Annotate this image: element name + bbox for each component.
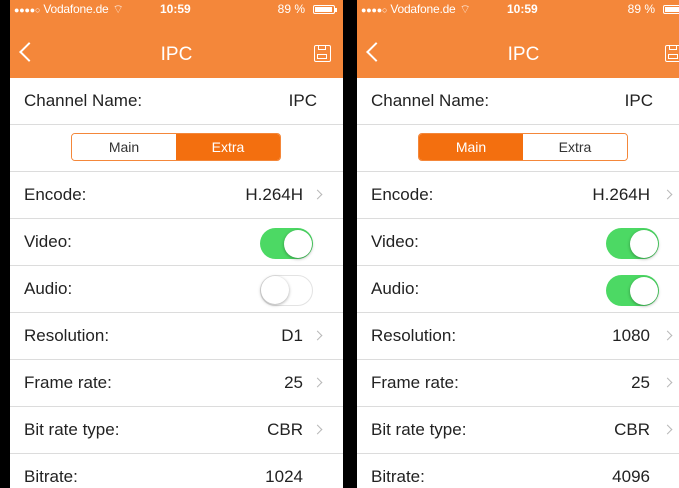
frame-rate-value: 25 (631, 373, 650, 392)
wifi-icon: ⌔ (459, 2, 471, 16)
chevron-right-icon (312, 330, 323, 341)
channel-name-row: Channel Name: IPC (10, 78, 343, 125)
page-title: IPC (507, 44, 540, 65)
signal-dots-icon: ●●●●○ (361, 4, 388, 15)
encode-value: H.264H (245, 185, 303, 204)
frame-rate-row[interactable]: Frame rate: 25 (10, 360, 343, 407)
channel-name-value: IPC (624, 91, 653, 110)
resolution-value: D1 (281, 326, 303, 345)
video-label: Video: (371, 232, 419, 251)
bit-rate-type-row[interactable]: Bit rate type: CBR (357, 407, 679, 454)
signal-dots-icon: ●●●●○ (14, 4, 41, 15)
status-time: 10:59 (507, 2, 538, 16)
audio-label: Audio: (371, 279, 420, 298)
carrier-name: Vodafone.de (43, 2, 109, 16)
segment-main[interactable]: Main (72, 134, 176, 160)
toggle-knob (630, 229, 658, 258)
bitrate-row[interactable]: Bitrate: 1024 (10, 454, 343, 488)
segment-extra[interactable]: Extra (176, 134, 280, 160)
video-label: Video: (24, 232, 72, 251)
nav-bar: IPC (357, 18, 679, 78)
encode-row[interactable]: Encode: H.264H (357, 172, 679, 219)
carrier-info: ●●●●○ Vodafone.de ⌔ (14, 2, 124, 17)
video-toggle[interactable] (606, 228, 659, 259)
phone-screen-left: ●●●●○ Vodafone.de ⌔ 10:59 89 % IPC Channe… (10, 0, 343, 488)
stream-segmented-control: Main Extra (71, 133, 281, 161)
audio-row: Audio: (10, 266, 343, 313)
segment-main[interactable]: Main (419, 134, 523, 160)
frame-rate-label: Frame rate: (371, 373, 459, 392)
channel-name-value: IPC (288, 91, 317, 110)
stream-selector-row: Main Extra (357, 125, 679, 172)
segment-extra[interactable]: Extra (523, 134, 627, 160)
phone-screen-right: ●●●●○ Vodafone.de ⌔ 10:59 89 % IPC Channe… (357, 0, 679, 488)
chevron-right-icon (312, 377, 323, 388)
nav-bar: IPC (10, 18, 343, 78)
stream-segmented-control: Main Extra (418, 133, 628, 161)
frame-rate-row[interactable]: Frame rate: 25 (357, 360, 679, 407)
video-toggle[interactable] (260, 228, 313, 259)
toggle-knob (630, 276, 658, 305)
chevron-right-icon (662, 377, 673, 388)
status-time: 10:59 (160, 2, 191, 16)
chevron-right-icon (312, 189, 323, 200)
battery-percent: 89 % (277, 2, 305, 16)
page-title: IPC (160, 44, 193, 65)
encode-label: Encode: (24, 185, 87, 204)
status-bar: ●●●●○ Vodafone.de ⌔ 10:59 89 % (10, 0, 343, 18)
audio-toggle[interactable] (606, 275, 659, 306)
video-row: Video: (10, 219, 343, 266)
chevron-right-icon (662, 189, 673, 200)
encode-value: H.264H (592, 185, 650, 204)
bit-rate-type-row[interactable]: Bit rate type: CBR (10, 407, 343, 454)
resolution-row[interactable]: Resolution: D1 (10, 313, 343, 360)
carrier-name: Vodafone.de (390, 2, 456, 16)
chevron-right-icon (662, 330, 673, 341)
battery-percent: 89 % (627, 2, 655, 16)
save-icon[interactable] (665, 45, 679, 62)
audio-label: Audio: (24, 279, 73, 298)
frame-rate-label: Frame rate: (24, 373, 112, 392)
toggle-knob (261, 276, 289, 304)
encode-row[interactable]: Encode: H.264H (10, 172, 343, 219)
status-bar: ●●●●○ Vodafone.de ⌔ 10:59 89 % (357, 0, 679, 18)
bitrate-label: Bitrate: (24, 467, 78, 486)
bitrate-label: Bitrate: (371, 467, 425, 486)
audio-row: Audio: (357, 266, 679, 313)
frame-rate-value: 25 (284, 373, 303, 392)
video-row: Video: (357, 219, 679, 266)
save-icon[interactable] (314, 45, 331, 62)
channel-name-label: Channel Name: (371, 91, 490, 110)
resolution-label: Resolution: (371, 326, 457, 345)
channel-name-row: Channel Name: IPC (357, 78, 679, 125)
stream-selector-row: Main Extra (10, 125, 343, 172)
resolution-row[interactable]: Resolution: 1080 (357, 313, 679, 360)
bitrate-row[interactable]: Bitrate: 4096 (357, 454, 679, 488)
toggle-knob (284, 229, 312, 258)
bit-rate-type-value: CBR (267, 420, 303, 439)
battery-icon (663, 5, 679, 14)
bit-rate-type-label: Bit rate type: (24, 420, 120, 439)
bit-rate-type-label: Bit rate type: (371, 420, 467, 439)
chevron-right-icon (662, 424, 673, 435)
bitrate-value: 1024 (265, 467, 303, 486)
resolution-value: 1080 (612, 326, 650, 345)
audio-toggle[interactable] (260, 275, 313, 306)
encode-label: Encode: (371, 185, 434, 204)
resolution-label: Resolution: (24, 326, 110, 345)
channel-name-label: Channel Name: (24, 91, 143, 110)
bit-rate-type-value: CBR (614, 420, 650, 439)
chevron-right-icon (312, 424, 323, 435)
bitrate-value: 4096 (612, 467, 650, 486)
wifi-icon: ⌔ (112, 2, 124, 16)
battery-icon (313, 5, 337, 14)
carrier-info: ●●●●○ Vodafone.de ⌔ (361, 2, 471, 17)
